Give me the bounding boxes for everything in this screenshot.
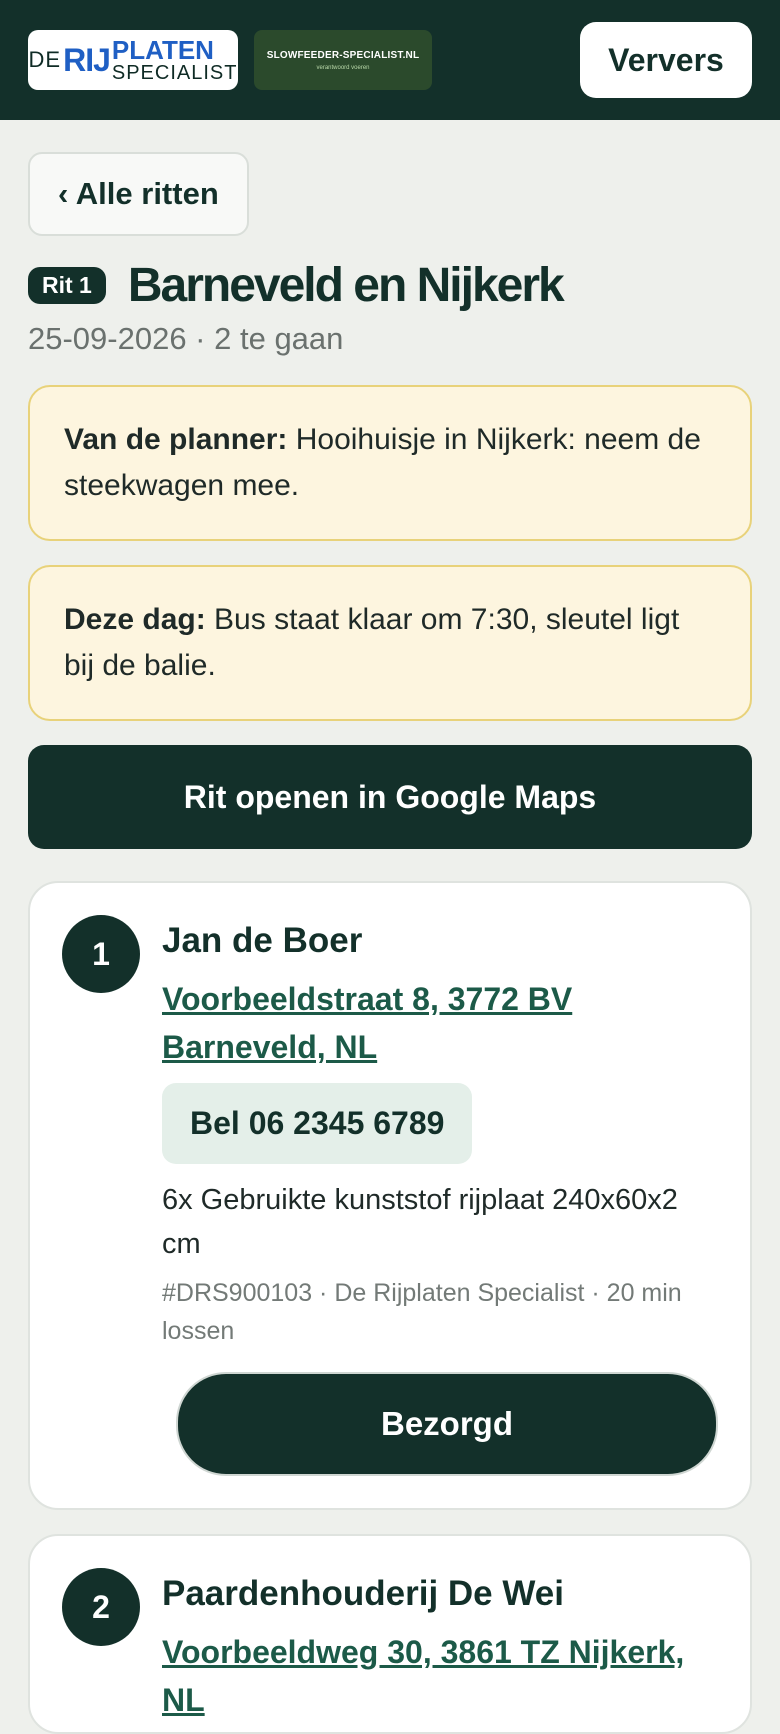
route-subtitle: 25-09-2026 · 2 te gaan (28, 321, 344, 356)
stop-body: Jan de Boer Voorbeeldstraat 8, 3772 BV B… (162, 915, 718, 1476)
refresh-button[interactable]: Ververs (580, 22, 752, 98)
day-note-label: Deze dag: (64, 603, 206, 636)
stop-name: Jan de Boer (162, 921, 363, 960)
stop-card: 1 Jan de Boer Voorbeeldstraat 8, 3772 BV… (28, 881, 752, 1510)
stop-card: 2 Paardenhouderij De Wei Voorbeeldweg 30… (28, 1534, 752, 1734)
page-title: Barneveld en Nijkerk (127, 259, 565, 312)
planner-note: Van de planner: Hooihuisje in Nijkerk: n… (28, 385, 752, 541)
logo2-title: SLOWFEEDER-SPECIALIST.NL (266, 49, 420, 61)
rijplaten-specialist-logo[interactable]: DE RIJ PLATEN SPECIALIST (28, 30, 238, 90)
slowfeeder-specialist-logo[interactable]: SLOWFEEDER-SPECIALIST.NL verantwoord voe… (254, 30, 432, 90)
stop-meta: #DRS900103 · De Rijplaten Specialist · 2… (162, 1279, 682, 1345)
logo2-tagline: verantwoord voeren (316, 64, 370, 71)
stop-number: 1 (62, 915, 140, 993)
logo-specialist: SPECIALIST (111, 62, 238, 84)
stop-items: 6x Gebruikte kunststof rijplaat 240x60x2… (162, 1184, 678, 1260)
top-bar: DE RIJ PLATEN SPECIALIST SLOWFEEDER-SPEC… (0, 0, 780, 120)
logo-rij: RIJ (63, 42, 111, 78)
route-title-row: Rit 1 Barneveld en Nijkerk (28, 258, 752, 313)
logos: DE RIJ PLATEN SPECIALIST SLOWFEEDER-SPEC… (28, 30, 432, 90)
stop-body: Paardenhouderij De Wei Voorbeeldweg 30, … (162, 1568, 718, 1732)
stop-name: Paardenhouderij De Wei (162, 1574, 564, 1613)
main-content: ‹ Alle ritten Rit 1 Barneveld en Nijkerk… (0, 120, 780, 1734)
logo-stack: PLATEN SPECIALIST (112, 37, 238, 83)
open-google-maps-button[interactable]: Rit openen in Google Maps (28, 745, 752, 849)
call-button[interactable]: Bel 06 2345 6789 (162, 1083, 473, 1164)
delivered-button[interactable]: Bezorgd (176, 1372, 718, 1476)
logo-de: DE (28, 47, 62, 72)
day-note: Deze dag: Bus staat klaar om 7:30, sleut… (28, 565, 752, 721)
stop-number: 2 (62, 1568, 140, 1646)
stop-address-link[interactable]: Voorbeeldstraat 8, 3772 BV Barneveld, NL (162, 975, 718, 1071)
route-badge: Rit 1 (28, 267, 106, 304)
stop-address-link[interactable]: Voorbeeldweg 30, 3861 TZ Nijkerk, NL (162, 1628, 718, 1724)
planner-note-label: Van de planner: (64, 423, 288, 456)
logo-platen: PLATEN (111, 35, 214, 65)
back-all-routes-button[interactable]: ‹ Alle ritten (28, 152, 249, 236)
